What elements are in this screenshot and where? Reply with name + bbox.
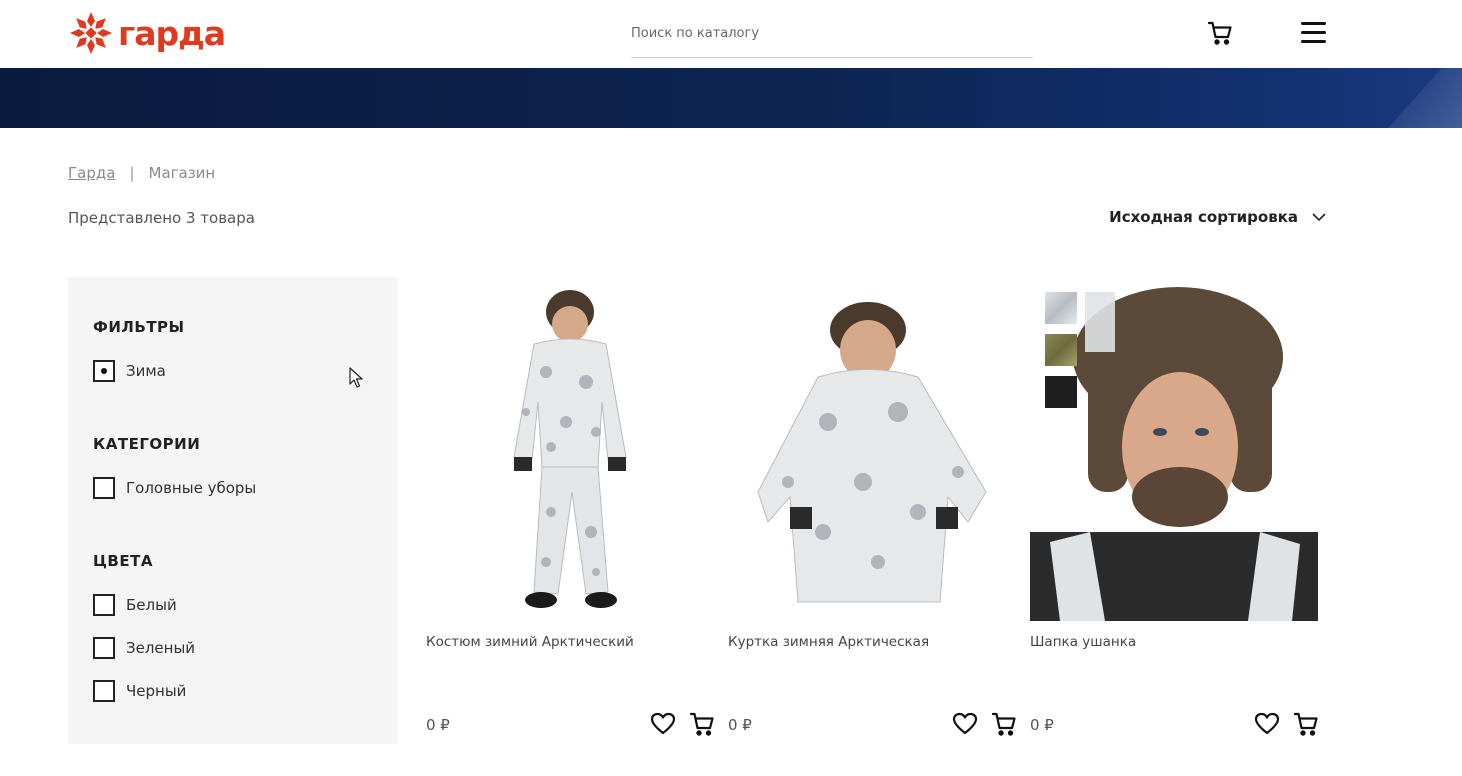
mouse-cursor-icon (349, 367, 363, 388)
breadcrumb-separator: | (129, 164, 135, 182)
hero-banner (0, 68, 1462, 128)
filter-option-winter[interactable]: Зима (93, 360, 166, 382)
cart-icon[interactable] (991, 711, 1017, 737)
color-option-black[interactable]: Черный (93, 680, 186, 702)
logo-text: гарда (118, 13, 226, 53)
header-cart-button[interactable] (1207, 20, 1233, 46)
product-name[interactable]: Шапка ушанка (1030, 634, 1136, 650)
hamburger-menu-icon[interactable] (1301, 22, 1326, 44)
product-price: 0 ₽ (1030, 716, 1054, 734)
category-option-headwear[interactable]: Головные уборы (93, 477, 256, 499)
checkbox[interactable] (93, 594, 115, 616)
product-image[interactable] (728, 282, 1016, 621)
swatch-black[interactable] (1045, 376, 1077, 408)
heart-icon[interactable] (650, 712, 676, 736)
color-swatches (1045, 292, 1077, 408)
product-card[interactable]: Костюм зимний Арктический 0 ₽ (426, 282, 714, 736)
swatch-white-camo[interactable] (1045, 292, 1077, 324)
filters-heading: ФИЛЬТРЫ (93, 318, 185, 336)
color-option-white[interactable]: Белый (93, 594, 177, 616)
search-box (631, 20, 1033, 58)
search-input[interactable] (631, 20, 1033, 46)
color-option-label: Черный (126, 682, 187, 700)
category-option-label: Головные уборы (126, 479, 257, 497)
breadcrumb-home-link[interactable]: Гарда (68, 164, 115, 182)
sort-dropdown[interactable]: Исходная сортировка (1109, 208, 1326, 226)
chevron-down-icon (1312, 212, 1326, 221)
cart-icon[interactable] (689, 711, 715, 737)
checkbox[interactable] (93, 680, 115, 702)
product-name[interactable]: Костюм зимний Арктический (426, 634, 634, 650)
breadcrumb-current: Магазин (148, 164, 216, 182)
color-option-green[interactable]: Зеленый (93, 637, 195, 659)
filter-option-label: Зима (126, 362, 166, 380)
checkbox[interactable] (93, 477, 115, 499)
logo[interactable]: гарда (68, 10, 226, 56)
swatch-green-camo[interactable] (1045, 334, 1077, 366)
product-card[interactable]: Шапка ушанка 0 ₽ (1030, 282, 1318, 736)
breadcrumb: Гарда | Магазин (68, 164, 215, 182)
product-image[interactable] (426, 282, 714, 621)
heart-icon[interactable] (952, 712, 978, 736)
product-card[interactable]: Куртка зимняя Арктическая 0 ₽ (728, 282, 1016, 736)
site-header: гарда (0, 0, 1462, 68)
cart-icon[interactable] (1293, 711, 1319, 737)
result-count: Представлено 3 товара (68, 209, 255, 227)
categories-heading: КАТЕГОРИИ (93, 435, 201, 453)
product-price: 0 ₽ (426, 716, 450, 734)
checkbox[interactable] (93, 360, 115, 382)
color-option-label: Зеленый (126, 639, 196, 657)
cart-icon (1207, 21, 1232, 45)
product-image[interactable] (1030, 282, 1318, 621)
color-option-label: Белый (126, 596, 177, 614)
product-name[interactable]: Куртка зимняя Арктическая (728, 634, 929, 650)
snowflake-logo-icon (70, 12, 112, 54)
checkbox[interactable] (93, 637, 115, 659)
filter-sidebar: ФИЛЬТРЫ Зима КАТЕГОРИИ Головные уборы ЦВ… (68, 277, 398, 744)
sort-label: Исходная сортировка (1109, 208, 1298, 226)
colors-heading: ЦВЕТА (93, 552, 153, 570)
product-price: 0 ₽ (728, 716, 752, 734)
heart-icon[interactable] (1254, 712, 1280, 736)
